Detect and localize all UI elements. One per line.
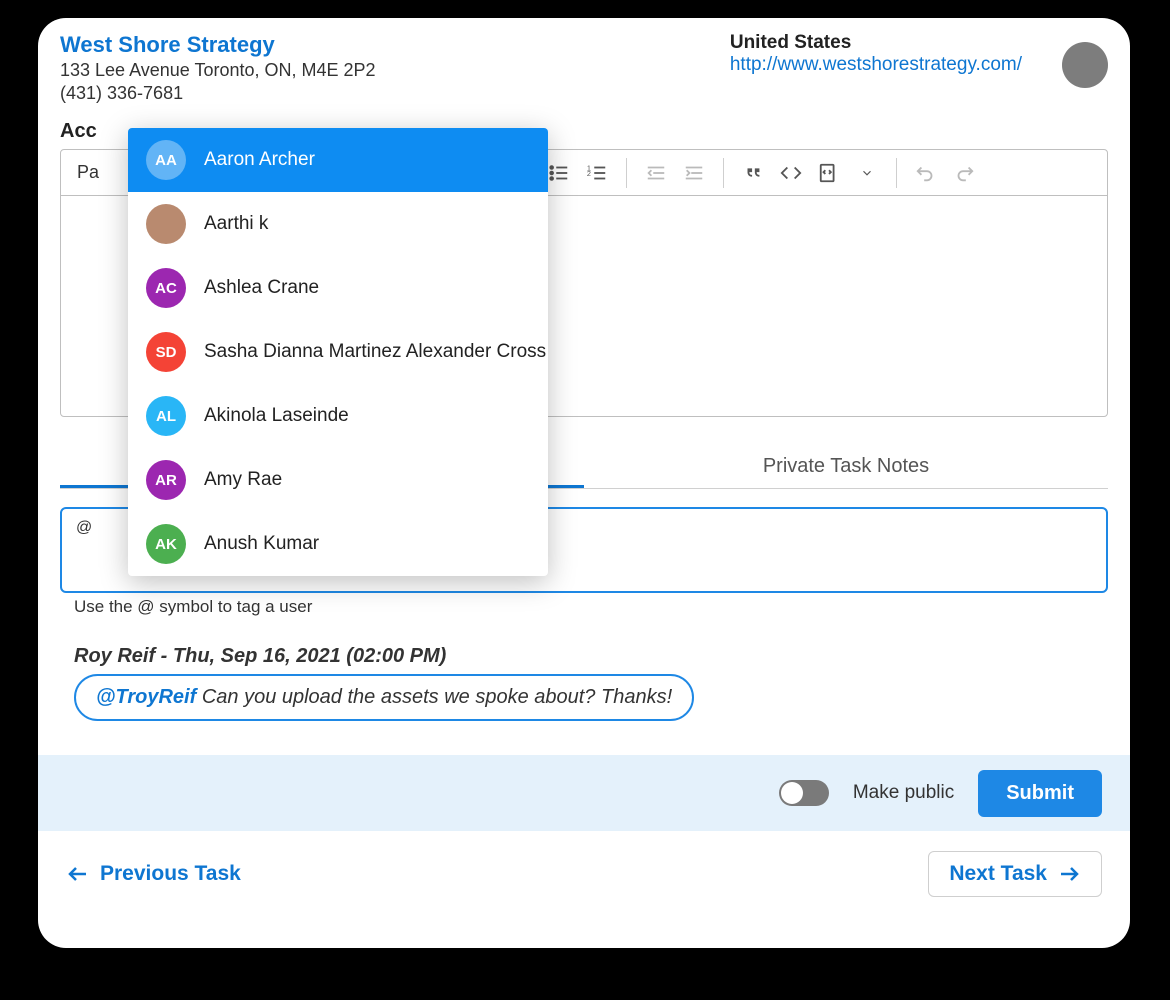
mention-item[interactable]: SD Sasha Dianna Martinez Alexander Cross … xyxy=(128,320,548,384)
mention-item-name: Ashlea Crane xyxy=(204,277,319,299)
mention-item-name: Akinola Laseinde xyxy=(204,405,349,427)
next-task-label: Next Task xyxy=(949,862,1047,886)
user-initials-avatar: SD xyxy=(146,332,186,372)
country-website-block: United States http://www.westshorestrate… xyxy=(730,32,1022,76)
mention-popup: AA Aaron Archer Aarthi k AC Ashlea Crane SD Sa… xyxy=(128,128,548,576)
bullet-list-icon[interactable] xyxy=(544,158,574,188)
code-icon[interactable] xyxy=(776,158,806,188)
undo-icon[interactable] xyxy=(911,158,941,188)
user-photo-avatar xyxy=(146,204,186,244)
note-mention[interactable]: @TroyReif xyxy=(96,686,196,708)
mention-item-name: Sasha Dianna Martinez Alexander Cross B xyxy=(204,341,548,363)
mention-item[interactable]: AC Ashlea Crane xyxy=(128,256,548,320)
note-body-text: Can you upload the assets we spoke about… xyxy=(196,686,672,708)
note-hint: Use the @ symbol to tag a user xyxy=(74,597,1108,617)
company-phone: (431) 336-7681 xyxy=(60,83,376,104)
arrow-right-icon xyxy=(1057,862,1081,886)
toolbar-separator xyxy=(896,158,897,188)
quote-icon[interactable] xyxy=(738,158,768,188)
company-block: West Shore Strategy 133 Lee Avenue Toron… xyxy=(60,32,376,104)
mention-item-name: Amy Rae xyxy=(204,469,282,491)
mention-item[interactable]: AR Amy Rae xyxy=(128,448,548,512)
next-task-button[interactable]: Next Task xyxy=(928,851,1102,897)
user-initials-avatar: AC xyxy=(146,268,186,308)
code-block-icon[interactable] xyxy=(814,158,844,188)
mention-item[interactable]: Aarthi k xyxy=(128,192,548,256)
footer-bar: Make public Submit xyxy=(38,755,1130,831)
arrow-left-icon xyxy=(66,862,90,886)
nav-row: Previous Task Next Task xyxy=(38,831,1130,897)
mention-item-name: Aarthi k xyxy=(204,213,268,235)
user-initials-avatar: AA xyxy=(146,140,186,180)
mention-item[interactable]: AK Anush Kumar xyxy=(128,512,548,576)
previous-note-bubble: @TroyReif Can you upload the assets we s… xyxy=(74,674,694,721)
outdent-icon[interactable] xyxy=(641,158,671,188)
task-card: West Shore Strategy 133 Lee Avenue Toron… xyxy=(38,18,1130,948)
make-public-toggle[interactable] xyxy=(779,780,829,806)
company-website[interactable]: http://www.westshorestrategy.com/ xyxy=(730,54,1022,76)
header-right: United States http://www.westshorestrate… xyxy=(730,32,1108,104)
toggle-knob xyxy=(781,782,803,804)
previous-note-header: Roy Reif - Thu, Sep 16, 2021 (02:00 PM) xyxy=(74,645,1108,668)
previous-task-label: Previous Task xyxy=(100,862,241,886)
mention-item[interactable]: AL Akinola Laseinde xyxy=(128,384,548,448)
make-public-label: Make public xyxy=(853,782,954,804)
chevron-down-icon[interactable] xyxy=(852,158,882,188)
company-address: 133 Lee Avenue Toronto, ON, M4E 2P2 xyxy=(60,60,376,81)
toolbar-separator xyxy=(723,158,724,188)
redo-icon[interactable] xyxy=(949,158,979,188)
previous-task-button[interactable]: Previous Task xyxy=(66,862,241,886)
company-country: United States xyxy=(730,32,1022,54)
card-header: West Shore Strategy 133 Lee Avenue Toron… xyxy=(38,18,1130,104)
mention-item-name: Aaron Archer xyxy=(204,149,315,171)
company-name[interactable]: West Shore Strategy xyxy=(60,32,376,58)
mention-item-name: Anush Kumar xyxy=(204,533,319,555)
indent-icon[interactable] xyxy=(679,158,709,188)
numbered-list-icon[interactable]: 12 xyxy=(582,158,612,188)
svg-text:2: 2 xyxy=(587,168,591,177)
user-initials-avatar: AL xyxy=(146,396,186,436)
user-initials-avatar: AK xyxy=(146,524,186,564)
submit-button[interactable]: Submit xyxy=(978,770,1102,817)
paragraph-style-select[interactable]: Pa xyxy=(73,162,99,183)
toolbar-separator xyxy=(626,158,627,188)
tab-private-notes[interactable]: Private Task Notes xyxy=(584,445,1108,488)
mention-item[interactable]: AA Aaron Archer xyxy=(128,128,548,192)
user-avatar[interactable] xyxy=(1062,42,1108,88)
user-initials-avatar: AR xyxy=(146,460,186,500)
